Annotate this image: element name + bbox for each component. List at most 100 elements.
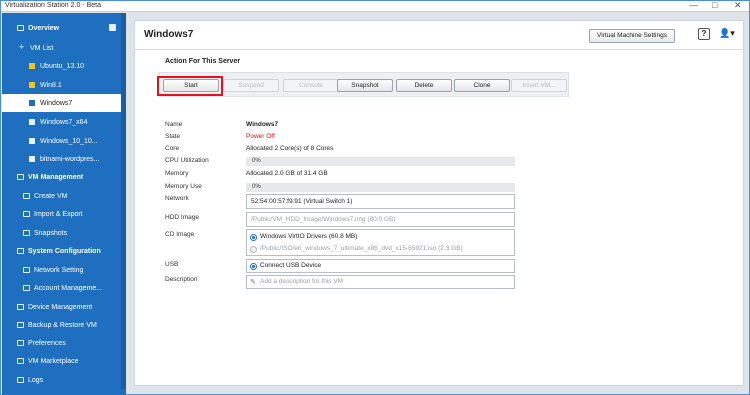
sidebar-item-bitnami[interactable]: bitnami-wordpres... <box>2 150 122 168</box>
vm-icon <box>29 100 35 106</box>
memory-label: Memory <box>165 170 189 177</box>
sidebar-item-device-management[interactable]: Device Management <box>2 298 122 316</box>
console-button[interactable]: Console <box>283 79 339 92</box>
state-label: State <box>165 133 181 140</box>
sidebar-item-label: Account Manageme... <box>34 284 103 292</box>
usb-field[interactable]: Connect USB Device <box>246 259 515 273</box>
sidebar-item-windows7-x64[interactable]: Windows7_x64 <box>2 113 122 131</box>
usb-value: Connect USB Device <box>260 262 322 269</box>
title-bar: Virtualization Station 2.0 - Beta — □ ✕ <box>1 0 749 12</box>
sidebar-item-backup-restore[interactable]: Backup & Restore VM <box>2 316 122 334</box>
name-label: Name <box>165 121 183 128</box>
core-label: Core <box>165 145 180 152</box>
sidebar-item-preferences[interactable]: Preferences <box>2 334 122 352</box>
radio-selected-icon[interactable] <box>250 263 257 270</box>
delete-button[interactable]: Delete <box>396 79 452 92</box>
sidebar-scrollbar[interactable] <box>121 13 126 389</box>
sidebar: Overview + VM List Ubuntu_13.10 Win8.1 W… <box>2 13 126 395</box>
cd-option-label: Windows VirtIO Drivers (60.8 MB) <box>260 233 358 240</box>
hdd-field[interactable]: /Public/VM_HDD_Image/Windows7.img (80.0 … <box>246 212 515 227</box>
description-label: Description <box>165 276 198 283</box>
sidebar-item-label: Create VM <box>34 192 68 200</box>
name-value: Windows7 <box>246 121 279 128</box>
create-vm-icon <box>23 193 30 199</box>
cd-label: CD Image <box>165 231 195 238</box>
sidebar-item-network-setting[interactable]: Network Setting <box>2 261 122 279</box>
marketplace-icon <box>17 358 24 364</box>
usb-label: USB <box>165 261 179 268</box>
cd-option-label: /Public/ISO/en_windows_7_ultimate_x86_dv… <box>260 245 463 252</box>
cpu-usage-value: 0% <box>252 158 261 164</box>
sidebar-item-account-management[interactable]: Account Manageme... <box>2 279 122 297</box>
sidebar-item-vm-management[interactable]: VM Management <box>2 168 122 186</box>
network-field[interactable]: 52:54:00:57:f9:91 (Virtual Switch 1) <box>246 194 515 209</box>
sidebar-item-create-vm[interactable]: Create VM <box>2 187 122 205</box>
cd-option-iso[interactable]: /Public/ISO/en_windows_7_ultimate_x86_dv… <box>247 243 514 255</box>
suspend-button[interactable]: Suspend <box>223 79 279 92</box>
vm-white-icon <box>29 156 35 162</box>
main-panel: Windows7 Virtual Machine Settings ? 👤▾ A… <box>134 20 744 386</box>
core-value: Allocated 2 Core(s) of 8 Cores <box>246 145 334 152</box>
sidebar-item-vm-marketplace[interactable]: VM Marketplace <box>2 352 122 370</box>
vm-white-icon <box>29 119 35 125</box>
sidebar-item-label: VM Marketplace <box>28 357 79 365</box>
radio-selected-icon[interactable] <box>250 234 257 241</box>
vm-management-icon <box>17 174 24 180</box>
sidebar-item-system-configuration[interactable]: System Configuration <box>2 242 122 260</box>
sidebar-item-import-export[interactable]: Import & Export <box>2 205 122 223</box>
description-input[interactable]: ✎ Add a description for this VM <box>246 275 515 289</box>
cd-image-field: Windows VirtIO Drivers (60.8 MB) /Public… <box>246 229 515 256</box>
snapshot-icon <box>23 230 30 236</box>
clone-button[interactable]: Clone <box>454 79 510 92</box>
pencil-icon: ✎ <box>250 279 256 286</box>
preferences-icon <box>17 340 24 346</box>
minimize-button[interactable]: — <box>689 0 698 10</box>
overview-icon <box>17 25 24 31</box>
help-icon[interactable]: ? <box>698 28 710 40</box>
vm-yellow-icon <box>29 82 35 88</box>
close-button[interactable]: ✕ <box>734 0 742 11</box>
user-icon[interactable]: 👤▾ <box>719 28 735 39</box>
sidebar-item-ubuntu[interactable]: Ubuntu_13.10 <box>2 57 122 75</box>
sidebar-item-win81[interactable]: Win8.1 <box>2 76 122 94</box>
expand-icon: + <box>19 42 25 52</box>
sidebar-item-vm-list[interactable]: + VM List <box>2 39 122 57</box>
snapshot-button[interactable]: Snapshot <box>337 79 393 92</box>
cpu-label: CPU Utilization <box>165 157 209 164</box>
window-title: Virtualization Station 2.0 - Beta <box>5 2 101 9</box>
sidebar-item-label: Windows7_x64 <box>40 118 88 126</box>
memory-use-label: Memory Use <box>165 183 202 190</box>
vm-settings-button[interactable]: Virtual Machine Settings <box>589 29 675 43</box>
sidebar-item-snapshots[interactable]: Snapshots <box>2 224 122 242</box>
sidebar-item-label: Snapshots <box>34 229 68 237</box>
sidebar-item-label: VM List <box>30 44 54 52</box>
sidebar-item-logs[interactable]: Logs <box>2 371 122 389</box>
sidebar-item-label: Backup & Restore VM <box>28 321 97 329</box>
memory-value: Allocated 2.0 GB of 31.4 GB <box>246 170 328 177</box>
sidebar-item-label: Device Management <box>28 303 93 311</box>
grid-icon[interactable] <box>109 24 116 31</box>
sidebar-item-overview[interactable]: Overview <box>2 19 122 37</box>
account-icon <box>23 285 30 291</box>
sidebar-item-label: Windows_10_10... <box>40 137 98 145</box>
memory-usage-bar: 0% <box>246 183 515 192</box>
start-highlight-box <box>157 76 223 96</box>
sidebar-item-windows7[interactable]: Windows7 <box>2 94 122 112</box>
maximize-button[interactable]: □ <box>712 0 717 10</box>
system-config-icon <box>17 248 24 254</box>
sidebar-item-label: Logs <box>28 376 44 384</box>
import-export-icon <box>23 211 30 217</box>
sidebar-item-label: Network Setting <box>34 266 84 274</box>
sidebar-item-label: System Configuration <box>28 247 101 255</box>
sidebar-item-windows10[interactable]: Windows_10_10... <box>2 132 122 150</box>
network-label: Network <box>165 195 189 202</box>
device-icon <box>17 304 24 310</box>
radio-unselected-icon[interactable] <box>250 246 257 253</box>
cpu-usage-bar: 0% <box>246 157 515 166</box>
cd-option-virtio[interactable]: Windows VirtIO Drivers (60.8 MB) <box>247 231 514 243</box>
backup-icon <box>17 322 24 328</box>
sidebar-item-label: VM Management <box>28 173 84 181</box>
insert-vm-button[interactable]: Insert VM... <box>511 79 567 92</box>
sidebar-item-label: Import & Export <box>34 210 83 218</box>
sidebar-item-label: Windows7 <box>40 99 73 107</box>
